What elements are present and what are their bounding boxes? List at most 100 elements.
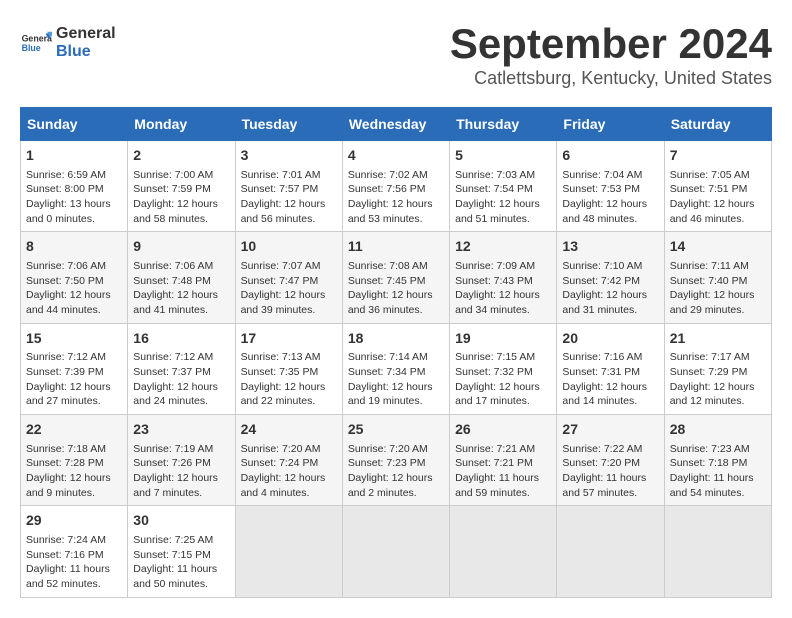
day-number: 17 xyxy=(241,329,337,349)
day-info: Sunrise: 7:13 AM Sunset: 7:35 PM Dayligh… xyxy=(241,350,337,409)
calendar-cell: 9Sunrise: 7:06 AM Sunset: 7:48 PM Daylig… xyxy=(128,232,235,323)
page-header: General Blue General Blue September 2024… xyxy=(20,20,772,99)
day-info: Sunrise: 7:19 AM Sunset: 7:26 PM Dayligh… xyxy=(133,442,229,501)
day-info: Sunrise: 7:12 AM Sunset: 7:39 PM Dayligh… xyxy=(26,350,122,409)
day-info: Sunrise: 7:01 AM Sunset: 7:57 PM Dayligh… xyxy=(241,168,337,227)
day-number: 26 xyxy=(455,420,551,440)
calendar-cell: 13Sunrise: 7:10 AM Sunset: 7:42 PM Dayli… xyxy=(557,232,664,323)
day-info: Sunrise: 7:20 AM Sunset: 7:24 PM Dayligh… xyxy=(241,442,337,501)
calendar-cell: 7Sunrise: 7:05 AM Sunset: 7:51 PM Daylig… xyxy=(664,141,771,232)
day-info: Sunrise: 7:12 AM Sunset: 7:37 PM Dayligh… xyxy=(133,350,229,409)
day-info: Sunrise: 7:05 AM Sunset: 7:51 PM Dayligh… xyxy=(670,168,766,227)
header-monday: Monday xyxy=(128,108,235,141)
header-thursday: Thursday xyxy=(450,108,557,141)
calendar-cell xyxy=(342,506,449,597)
logo-icon: General Blue xyxy=(20,27,52,59)
day-info: Sunrise: 7:21 AM Sunset: 7:21 PM Dayligh… xyxy=(455,442,551,501)
calendar-cell: 8Sunrise: 7:06 AM Sunset: 7:50 PM Daylig… xyxy=(21,232,128,323)
day-number: 20 xyxy=(562,329,658,349)
day-info: Sunrise: 7:10 AM Sunset: 7:42 PM Dayligh… xyxy=(562,259,658,318)
day-number: 1 xyxy=(26,146,122,166)
day-number: 23 xyxy=(133,420,229,440)
day-number: 16 xyxy=(133,329,229,349)
day-info: Sunrise: 7:08 AM Sunset: 7:45 PM Dayligh… xyxy=(348,259,444,318)
day-number: 29 xyxy=(26,511,122,531)
calendar-cell: 10Sunrise: 7:07 AM Sunset: 7:47 PM Dayli… xyxy=(235,232,342,323)
day-number: 9 xyxy=(133,237,229,257)
calendar-week-row: 29Sunrise: 7:24 AM Sunset: 7:16 PM Dayli… xyxy=(21,506,772,597)
calendar-cell: 23Sunrise: 7:19 AM Sunset: 7:26 PM Dayli… xyxy=(128,415,235,506)
calendar-cell xyxy=(557,506,664,597)
day-number: 4 xyxy=(348,146,444,166)
day-info: Sunrise: 7:22 AM Sunset: 7:20 PM Dayligh… xyxy=(562,442,658,501)
calendar-cell: 20Sunrise: 7:16 AM Sunset: 7:31 PM Dayli… xyxy=(557,323,664,414)
day-number: 18 xyxy=(348,329,444,349)
calendar-cell: 30Sunrise: 7:25 AM Sunset: 7:15 PM Dayli… xyxy=(128,506,235,597)
day-info: Sunrise: 7:02 AM Sunset: 7:56 PM Dayligh… xyxy=(348,168,444,227)
month-year-title: September 2024 xyxy=(20,20,772,68)
day-number: 12 xyxy=(455,237,551,257)
calendar-cell: 26Sunrise: 7:21 AM Sunset: 7:21 PM Dayli… xyxy=(450,415,557,506)
day-number: 3 xyxy=(241,146,337,166)
calendar-cell: 2Sunrise: 7:00 AM Sunset: 7:59 PM Daylig… xyxy=(128,141,235,232)
header-tuesday: Tuesday xyxy=(235,108,342,141)
day-info: Sunrise: 7:06 AM Sunset: 7:48 PM Dayligh… xyxy=(133,259,229,318)
day-info: Sunrise: 7:20 AM Sunset: 7:23 PM Dayligh… xyxy=(348,442,444,501)
calendar-cell: 27Sunrise: 7:22 AM Sunset: 7:20 PM Dayli… xyxy=(557,415,664,506)
calendar-cell: 22Sunrise: 7:18 AM Sunset: 7:28 PM Dayli… xyxy=(21,415,128,506)
day-info: Sunrise: 7:03 AM Sunset: 7:54 PM Dayligh… xyxy=(455,168,551,227)
day-number: 15 xyxy=(26,329,122,349)
calendar-cell: 15Sunrise: 7:12 AM Sunset: 7:39 PM Dayli… xyxy=(21,323,128,414)
calendar-table: SundayMondayTuesdayWednesdayThursdayFrid… xyxy=(20,107,772,598)
calendar-cell: 19Sunrise: 7:15 AM Sunset: 7:32 PM Dayli… xyxy=(450,323,557,414)
day-number: 13 xyxy=(562,237,658,257)
calendar-cell: 11Sunrise: 7:08 AM Sunset: 7:45 PM Dayli… xyxy=(342,232,449,323)
day-number: 21 xyxy=(670,329,766,349)
day-info: Sunrise: 7:00 AM Sunset: 7:59 PM Dayligh… xyxy=(133,168,229,227)
day-info: Sunrise: 7:24 AM Sunset: 7:16 PM Dayligh… xyxy=(26,533,122,592)
calendar-cell: 29Sunrise: 7:24 AM Sunset: 7:16 PM Dayli… xyxy=(21,506,128,597)
calendar-cell: 21Sunrise: 7:17 AM Sunset: 7:29 PM Dayli… xyxy=(664,323,771,414)
day-info: Sunrise: 7:06 AM Sunset: 7:50 PM Dayligh… xyxy=(26,259,122,318)
header-wednesday: Wednesday xyxy=(342,108,449,141)
day-number: 14 xyxy=(670,237,766,257)
calendar-week-row: 1Sunrise: 6:59 AM Sunset: 8:00 PM Daylig… xyxy=(21,141,772,232)
day-info: Sunrise: 7:23 AM Sunset: 7:18 PM Dayligh… xyxy=(670,442,766,501)
logo-text: General Blue xyxy=(56,25,116,60)
calendar-cell xyxy=(450,506,557,597)
calendar-cell: 18Sunrise: 7:14 AM Sunset: 7:34 PM Dayli… xyxy=(342,323,449,414)
day-number: 28 xyxy=(670,420,766,440)
calendar-header-row: SundayMondayTuesdayWednesdayThursdayFrid… xyxy=(21,108,772,141)
day-number: 11 xyxy=(348,237,444,257)
day-info: Sunrise: 7:14 AM Sunset: 7:34 PM Dayligh… xyxy=(348,350,444,409)
calendar-cell: 14Sunrise: 7:11 AM Sunset: 7:40 PM Dayli… xyxy=(664,232,771,323)
calendar-cell: 12Sunrise: 7:09 AM Sunset: 7:43 PM Dayli… xyxy=(450,232,557,323)
logo: General Blue General Blue xyxy=(20,25,116,60)
day-info: Sunrise: 6:59 AM Sunset: 8:00 PM Dayligh… xyxy=(26,168,122,227)
day-number: 6 xyxy=(562,146,658,166)
header-section: September 2024 Catlettsburg, Kentucky, U… xyxy=(20,20,772,89)
day-info: Sunrise: 7:11 AM Sunset: 7:40 PM Dayligh… xyxy=(670,259,766,318)
calendar-cell: 6Sunrise: 7:04 AM Sunset: 7:53 PM Daylig… xyxy=(557,141,664,232)
day-number: 22 xyxy=(26,420,122,440)
svg-text:Blue: Blue xyxy=(22,43,41,53)
day-number: 5 xyxy=(455,146,551,166)
day-number: 7 xyxy=(670,146,766,166)
day-info: Sunrise: 7:09 AM Sunset: 7:43 PM Dayligh… xyxy=(455,259,551,318)
calendar-week-row: 22Sunrise: 7:18 AM Sunset: 7:28 PM Dayli… xyxy=(21,415,772,506)
day-number: 10 xyxy=(241,237,337,257)
calendar-cell xyxy=(235,506,342,597)
header-saturday: Saturday xyxy=(664,108,771,141)
day-info: Sunrise: 7:15 AM Sunset: 7:32 PM Dayligh… xyxy=(455,350,551,409)
calendar-cell: 3Sunrise: 7:01 AM Sunset: 7:57 PM Daylig… xyxy=(235,141,342,232)
day-number: 2 xyxy=(133,146,229,166)
calendar-cell: 28Sunrise: 7:23 AM Sunset: 7:18 PM Dayli… xyxy=(664,415,771,506)
day-number: 8 xyxy=(26,237,122,257)
location-subtitle: Catlettsburg, Kentucky, United States xyxy=(20,68,772,89)
calendar-cell: 17Sunrise: 7:13 AM Sunset: 7:35 PM Dayli… xyxy=(235,323,342,414)
calendar-cell: 5Sunrise: 7:03 AM Sunset: 7:54 PM Daylig… xyxy=(450,141,557,232)
calendar-week-row: 8Sunrise: 7:06 AM Sunset: 7:50 PM Daylig… xyxy=(21,232,772,323)
header-sunday: Sunday xyxy=(21,108,128,141)
day-info: Sunrise: 7:04 AM Sunset: 7:53 PM Dayligh… xyxy=(562,168,658,227)
day-number: 19 xyxy=(455,329,551,349)
